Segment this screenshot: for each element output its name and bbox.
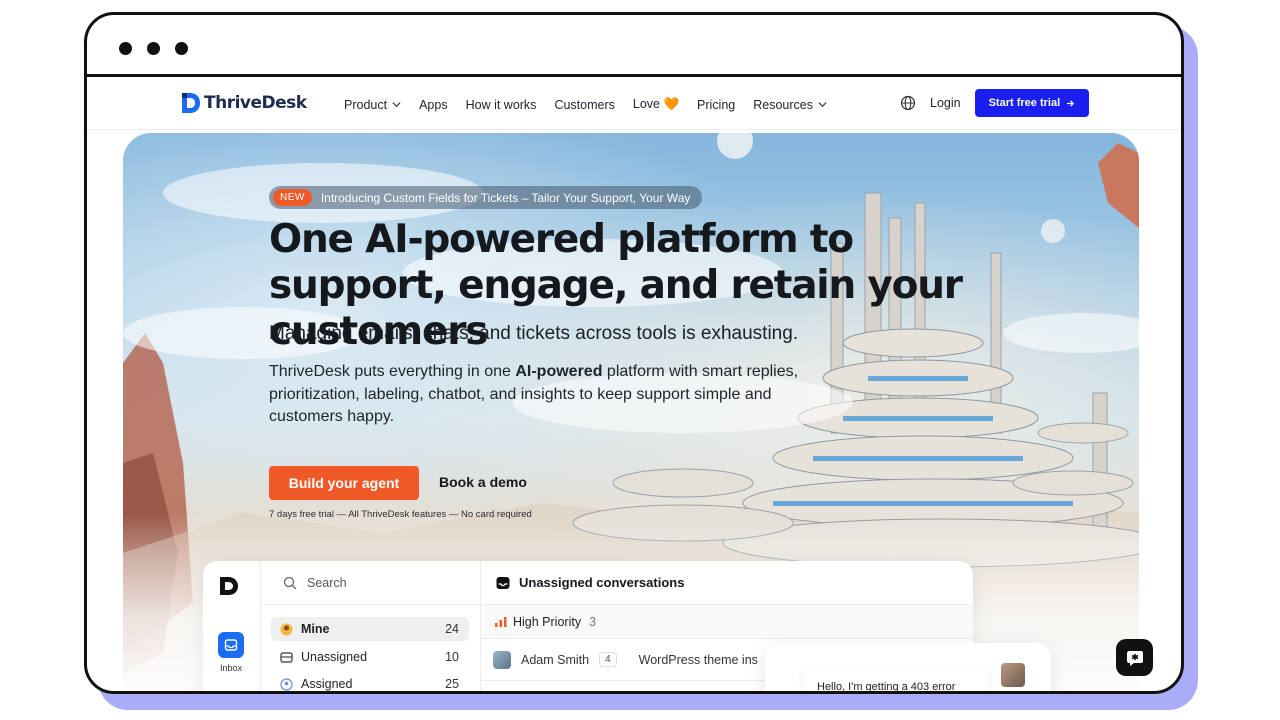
nav-product[interactable]: Product — [344, 97, 401, 112]
window-dot-icon[interactable] — [119, 42, 132, 55]
hero-section: NEW Introducing Custom Fields for Ticket… — [123, 133, 1139, 691]
hero-body-pre: ThriveDesk puts everything in one — [269, 363, 516, 380]
folder-unassigned[interactable]: Unassigned 10 — [271, 645, 469, 669]
start-free-trial-label: Start free trial — [988, 97, 1061, 109]
folder-count: 24 — [445, 622, 459, 636]
nav-resources[interactable]: Resources — [753, 97, 827, 112]
app-rail: Inbox — [203, 561, 261, 691]
panel-title: Unassigned conversations — [519, 575, 685, 590]
search-input[interactable]: Search — [261, 561, 481, 605]
nav-links: Product Apps How it works Customers Love… — [344, 97, 827, 112]
nav-product-label: Product — [344, 97, 388, 112]
thrivedesk-logo[interactable]: ThriveDesk — [181, 92, 307, 114]
chat-preview-card: Hello, I'm getting a 403 error — [765, 643, 1051, 691]
nav-pricing[interactable]: Pricing — [697, 97, 735, 112]
new-tag: NEW — [273, 189, 312, 206]
window-dot-icon[interactable] — [147, 42, 160, 55]
hero-subhead: Managing emails, chats, and tickets acro… — [269, 323, 799, 344]
folder-mine[interactable]: Mine 24 — [271, 617, 469, 641]
arrow-right-icon — [1067, 99, 1075, 107]
announcement-text: Introducing Custom Fields for Tickets – … — [320, 190, 691, 205]
priority-label: High Priority — [513, 614, 582, 629]
inbox-icon — [496, 576, 510, 589]
nav-how-it-works[interactable]: How it works — [466, 97, 537, 112]
search-placeholder: Search — [307, 575, 347, 590]
inbox-tray-icon — [279, 650, 293, 664]
priority-bars-icon — [495, 616, 507, 627]
nav-resources-label: Resources — [753, 97, 813, 112]
start-free-trial-button[interactable]: Start free trial — [974, 89, 1090, 117]
folder-label: Mine — [301, 622, 330, 636]
search-icon — [283, 576, 297, 589]
book-a-demo-button[interactable]: Book a demo — [439, 474, 527, 490]
thrivedesk-mark-icon — [220, 577, 238, 595]
help-chat-button[interactable] — [1116, 639, 1153, 676]
folder-count: 25 — [445, 677, 459, 691]
hero-body-bold: AI-powered — [515, 363, 603, 380]
priority-group[interactable]: High Priority 3 — [481, 605, 973, 639]
globe-icon[interactable] — [900, 95, 916, 111]
chevron-down-icon — [818, 102, 827, 108]
browser-window: ThriveDesk Product Apps How it works Cus… — [84, 12, 1184, 694]
conversation-name: Adam Smith — [521, 652, 590, 667]
inbox-rail-label: Inbox — [219, 663, 243, 673]
folder-list: Search Mine 24 Unassigned 10 Assigned 25 — [261, 561, 481, 691]
nav-how-it-works-label: How it works — [465, 97, 537, 112]
nav-customers-label: Customers — [554, 97, 615, 112]
nav-pricing-label: Pricing — [697, 97, 736, 112]
folder-count: 10 — [445, 650, 459, 664]
avatar — [493, 650, 511, 669]
nav-apps-label: Apps — [419, 97, 448, 112]
nav-customers[interactable]: Customers — [554, 97, 614, 112]
thrivedesk-logo-icon — [182, 93, 200, 113]
nav-love[interactable]: Love 🧡 — [633, 97, 679, 112]
trial-note: 7 days free trial — All ThriveDesk featu… — [269, 509, 532, 520]
login-link[interactable]: Login — [930, 96, 961, 110]
nav-right: Login Start free trial — [900, 89, 1090, 117]
assigned-icon — [279, 677, 293, 691]
logo-wordmark: ThriveDesk — [204, 93, 307, 113]
chevron-down-icon — [392, 102, 401, 108]
top-nav: ThriveDesk Product Apps How it works Cus… — [87, 80, 1181, 130]
build-your-agent-button[interactable]: Build your agent — [269, 466, 419, 500]
folder-label: Unassigned — [301, 650, 368, 664]
folder-label: Assigned — [301, 677, 353, 691]
priority-count: 3 — [589, 614, 597, 629]
window-dot-icon[interactable] — [175, 42, 188, 55]
chat-widget-icon — [1126, 650, 1143, 666]
folder-assigned[interactable]: Assigned 25 — [271, 672, 469, 691]
inbox-rail-button[interactable] — [218, 632, 244, 658]
conversation-subject: WordPress theme ins — [638, 652, 758, 667]
nav-love-label: Love 🧡 — [632, 97, 680, 111]
inbox-icon — [224, 639, 238, 651]
chat-bubble: Hello, I'm getting a 403 error — [803, 667, 989, 691]
mine-emoji-icon — [279, 622, 293, 636]
conversation-count: 4 — [599, 652, 617, 667]
announcement-badge[interactable]: NEW Introducing Custom Fields for Ticket… — [269, 186, 703, 209]
panel-header: Unassigned conversations — [481, 561, 973, 605]
nav-apps[interactable]: Apps — [419, 97, 448, 112]
hero-body: ThriveDesk puts everything in one AI-pow… — [269, 361, 849, 429]
window-titlebar — [87, 15, 1181, 77]
avatar — [1001, 663, 1025, 687]
